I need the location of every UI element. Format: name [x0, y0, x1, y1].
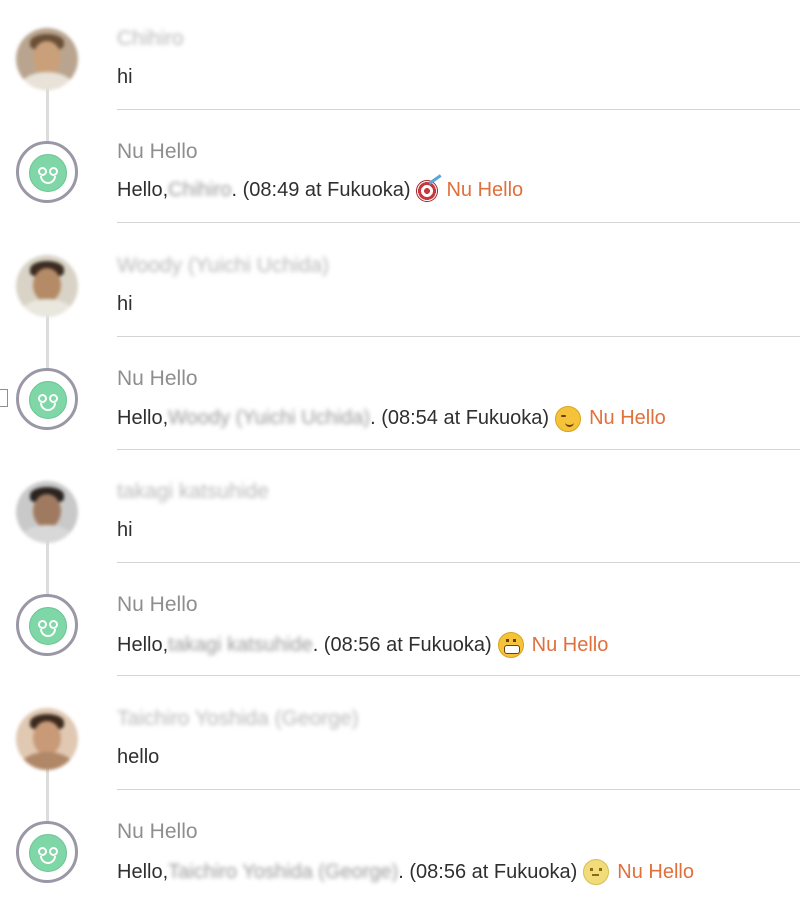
message-text: hello	[117, 745, 160, 768]
nu-hello-link[interactable]: Nu Hello	[446, 179, 523, 202]
avatar[interactable]	[16, 481, 78, 544]
moon-face-emoji-icon	[583, 859, 610, 886]
avatar[interactable]	[16, 254, 78, 317]
greeting-suffix: . (08:54 at Fukuoka)	[370, 407, 550, 430]
sender-name[interactable]: Woody (Yuichi Uchida)	[117, 254, 329, 278]
bot-avatar[interactable]	[16, 821, 78, 884]
greeting-prefix: Hello,	[117, 860, 169, 883]
divider	[117, 788, 800, 790]
divider	[117, 222, 800, 224]
avatar[interactable]	[16, 28, 78, 90]
bot-avatar[interactable]	[16, 367, 78, 430]
divider	[117, 675, 800, 677]
bot-avatar[interactable]	[16, 141, 78, 204]
sender-name[interactable]: Nu Hello	[117, 367, 198, 391]
message-text: Hello, Woody (Yuichi Uchida). (08:54 at …	[117, 405, 666, 432]
divider	[117, 562, 800, 564]
message-text: Hello, takagi katsuhide. (08:56 at Fukuo…	[117, 632, 609, 659]
divider	[117, 335, 800, 337]
message-item: Nu Hello Hello, Taichiro Yoshida (George…	[0, 793, 800, 906]
message-item: Nu Hello Hello, Woody (Yuichi Uchida). (…	[0, 340, 800, 453]
greeting-prefix: Hello,	[117, 633, 169, 656]
nu-hello-link[interactable]: Nu Hello	[532, 634, 609, 657]
divider	[117, 448, 800, 450]
greeting-suffix: . (08:49 at Fukuoka)	[231, 179, 411, 202]
message-text: hi	[117, 66, 133, 88]
message-text: Hello, Chihiro. (08:49 at Fukuoka) Nu He…	[117, 179, 523, 202]
message-item: Nu Hello Hello, takagi katsuhide. (08:56…	[0, 566, 800, 679]
mentioned-name: Chihiro	[168, 179, 232, 202]
nu-hello-link[interactable]: Nu Hello	[617, 861, 694, 884]
sender-name[interactable]: Nu Hello	[117, 820, 198, 844]
sender-name[interactable]: Chihiro	[117, 27, 184, 51]
bot-avatar[interactable]	[16, 594, 78, 657]
nu-hello-link[interactable]: Nu Hello	[589, 407, 666, 430]
message-text: hi	[117, 292, 133, 315]
sender-name[interactable]: Taichiro Yoshida (George)	[117, 707, 359, 731]
greeting-suffix: . (08:56 at Fukuoka)	[398, 860, 578, 883]
avatar[interactable]	[16, 707, 78, 770]
smiley-face-icon	[29, 154, 67, 193]
mentioned-name: Taichiro Yoshida (George)	[168, 860, 399, 883]
greeting-suffix: . (08:56 at Fukuoka)	[312, 633, 492, 656]
message-item: takagi katsuhide hi	[0, 453, 800, 606]
message-item: Nu Hello Hello, Chihiro. (08:49 at Fukuo…	[0, 113, 800, 226]
greeting-prefix: Hello,	[117, 407, 169, 430]
message-item: Chihiro hi	[0, 0, 800, 152]
mentioned-name: takagi katsuhide	[168, 633, 313, 656]
divider	[117, 109, 800, 110]
direct-hit-emoji-icon	[416, 179, 439, 202]
mentioned-name: Woody (Yuichi Uchida)	[168, 407, 371, 430]
greeting-prefix: Hello,	[117, 179, 169, 202]
smiley-face-icon	[29, 607, 67, 646]
message-text: Hello, Taichiro Yoshida (George). (08:56…	[117, 859, 694, 886]
smiley-face-icon	[29, 380, 67, 419]
message-item: Taichiro Yoshida (George) hello	[0, 680, 800, 832]
message-item: Woody (Yuichi Uchida) hi	[0, 227, 800, 379]
smirk-emoji-icon	[555, 405, 582, 432]
smiley-face-icon	[29, 834, 67, 873]
message-text: hi	[117, 519, 133, 542]
sender-name[interactable]: Nu Hello	[117, 140, 198, 164]
sender-name[interactable]: takagi katsuhide	[117, 480, 269, 504]
grimace-emoji-icon	[497, 632, 524, 659]
sender-name[interactable]: Nu Hello	[117, 593, 198, 617]
message-feed: Chihiro hi Nu Hello Hello, Chihiro. (08:…	[0, 0, 800, 906]
